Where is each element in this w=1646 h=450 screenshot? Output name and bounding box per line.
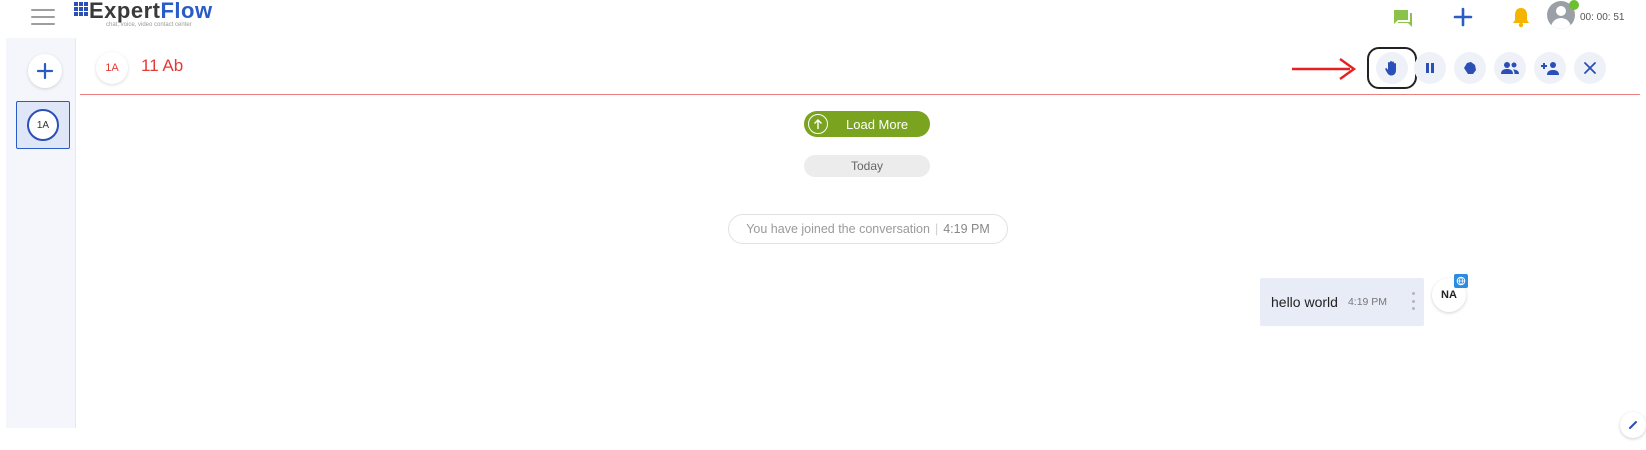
group-icon (1501, 62, 1519, 74)
add-conversation-button[interactable] (28, 54, 62, 88)
load-more-label: Load More (846, 116, 909, 132)
add-person-icon (1541, 62, 1559, 75)
chat-icon[interactable] (1390, 4, 1416, 30)
menu-icon[interactable] (31, 7, 55, 27)
customer-name[interactable]: 11 Ab (141, 56, 183, 76)
pause-icon (1426, 63, 1434, 73)
more-options-icon[interactable] (1410, 292, 1416, 310)
pause-button[interactable] (1414, 52, 1446, 84)
conversation-header: 1A 11 Ab (80, 38, 1640, 95)
expand-panel-button[interactable] (1620, 412, 1646, 438)
logo-tagline: chat, voice, video contact center (106, 22, 192, 28)
system-message: You have joined the conversation | 4:19 … (728, 214, 1008, 244)
hand-button[interactable] (1454, 52, 1486, 84)
logo-text: ExpertFlow (89, 0, 213, 24)
online-status-badge (1569, 0, 1579, 10)
system-message-time: 4:19 PM (943, 222, 990, 236)
close-conversation-button[interactable] (1574, 52, 1606, 84)
logo-mark-icon (74, 2, 88, 16)
web-channel-icon (1454, 274, 1468, 288)
plus-icon (36, 62, 54, 80)
page-bottom (0, 428, 1646, 450)
logo-suffix: Flow (160, 0, 213, 23)
date-divider: Today (804, 155, 930, 177)
conversation-panel: 1A 11 Ab Load More Today You have joined… (80, 38, 1646, 428)
load-more-button[interactable]: Load More (804, 111, 930, 137)
hand-icon (1464, 62, 1476, 74)
conversation-rail: 1A (6, 38, 76, 428)
customer-avatar: 1A (96, 52, 128, 84)
close-icon (1584, 62, 1596, 74)
active-conversation-item[interactable]: 1A (16, 101, 70, 149)
divider: | (934, 222, 939, 236)
session-timer: 00: 00: 51 (1580, 12, 1625, 23)
raise-hand-icon (1385, 61, 1396, 76)
add-participant-button[interactable] (1534, 52, 1566, 84)
bell-icon[interactable] (1508, 4, 1534, 30)
logo-prefix: Expert (89, 0, 161, 23)
chevron-icon (1629, 421, 1637, 429)
top-bar: ExpertFlow chat, voice, video contact ce… (0, 0, 1646, 36)
message-bubble: hello world 4:19 PM (1260, 278, 1424, 326)
conversation-avatar: 1A (27, 109, 59, 141)
annotation-arrow-icon (1292, 58, 1357, 80)
arrow-up-icon (808, 114, 828, 134)
message-time: 4:19 PM (1347, 296, 1388, 308)
message-text: hello world (1271, 294, 1338, 310)
plus-icon[interactable] (1450, 4, 1476, 30)
raise-hand-button[interactable] (1376, 52, 1408, 84)
system-message-text: You have joined the conversation (746, 222, 930, 236)
participants-button[interactable] (1494, 52, 1526, 84)
